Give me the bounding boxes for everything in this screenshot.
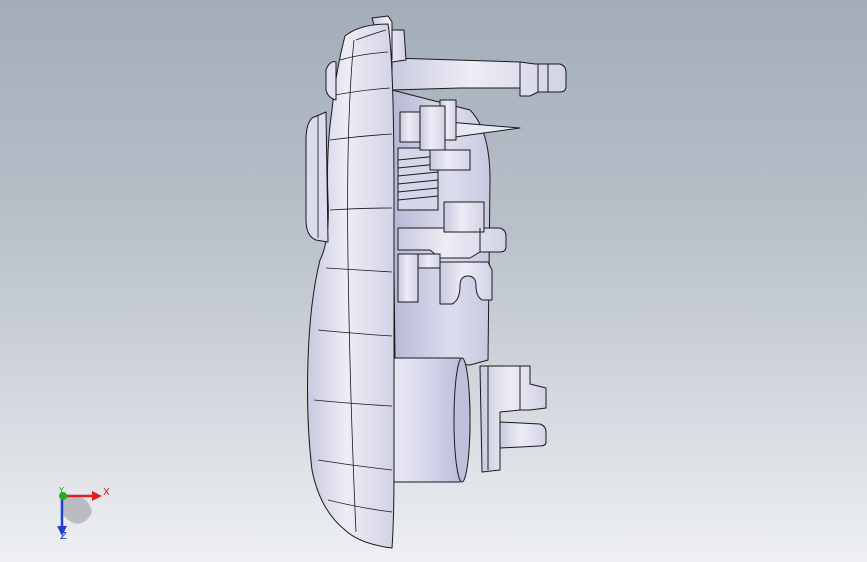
- bottom-cylinder: [393, 357, 471, 483]
- bottom-connector: [479, 365, 547, 473]
- top-mounting-arm: [391, 57, 567, 97]
- 3d-model-part[interactable]: [0, 0, 867, 562]
- coil-bracket: [399, 111, 421, 143]
- axis-y-label: Y: [59, 486, 64, 495]
- lens-shell: [307, 23, 395, 549]
- connector-block: [443, 201, 485, 233]
- graphics-viewport[interactable]: X Y Z: [0, 0, 867, 562]
- side-lamp-bump: [305, 111, 329, 243]
- coordinate-triad: X Y Z: [48, 482, 118, 546]
- axis-z-label: Z: [60, 531, 67, 542]
- post-left: [397, 253, 419, 303]
- coil-clip: [419, 105, 446, 151]
- axis-x-label: X: [103, 487, 110, 498]
